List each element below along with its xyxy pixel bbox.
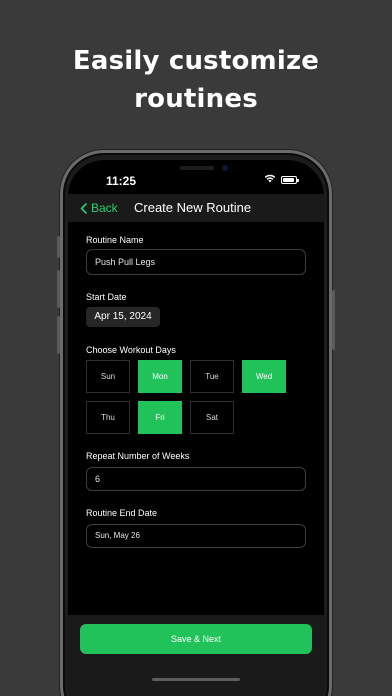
routine-name-input[interactable]: Push Pull Legs <box>86 249 306 275</box>
end-date-field[interactable]: Sun, May 26 <box>86 524 306 548</box>
day-toggle-tue[interactable]: Tue <box>190 360 234 393</box>
repeat-weeks-input[interactable]: 6 <box>86 467 306 491</box>
end-date-label: Routine End Date <box>86 508 158 518</box>
headline-line-1: Easily customize <box>72 46 320 76</box>
day-toggle-sat[interactable]: Sat <box>190 401 234 434</box>
save-next-button[interactable]: Save & Next <box>80 624 312 654</box>
phone-power-button <box>332 290 335 350</box>
chevron-left-icon <box>80 202 87 214</box>
headline-line-2: routines <box>134 84 258 114</box>
start-date-label: Start Date <box>86 292 127 302</box>
wifi-icon <box>264 174 276 183</box>
home-indicator[interactable] <box>152 678 240 681</box>
back-button[interactable]: Back <box>80 201 118 215</box>
day-toggle-thu[interactable]: Thu <box>86 401 130 434</box>
day-toggle-wed[interactable]: Wed <box>242 360 286 393</box>
day-toggle-fri[interactable]: Fri <box>138 401 182 434</box>
repeat-weeks-label: Repeat Number of Weeks <box>86 451 190 461</box>
page-title: Create New Routine <box>134 200 252 215</box>
phone-volume-down-button <box>57 316 60 354</box>
speaker-grille <box>180 166 214 170</box>
navigation-bar: Back Create New Routine <box>68 194 324 222</box>
front-camera <box>222 165 228 171</box>
phone-screen: 11:25 Back Create New Routine Routine Na… <box>68 160 324 696</box>
battery-icon <box>281 176 299 184</box>
routine-name-label: Routine Name <box>86 235 144 245</box>
notch <box>134 160 258 190</box>
phone-side-button <box>57 236 60 258</box>
day-toggle-sun[interactable]: Sun <box>86 360 130 393</box>
start-date-picker[interactable]: Apr 15, 2024 <box>86 307 160 327</box>
workout-days-label: Choose Workout Days <box>86 345 176 355</box>
status-time: 11:25 <box>106 174 137 188</box>
marketing-headline: Easily customize routines <box>0 42 392 118</box>
footer-bar: Save & Next <box>68 615 324 696</box>
back-label: Back <box>91 201 118 215</box>
day-toggle-mon[interactable]: Mon <box>138 360 182 393</box>
phone-volume-up-button <box>57 270 60 308</box>
